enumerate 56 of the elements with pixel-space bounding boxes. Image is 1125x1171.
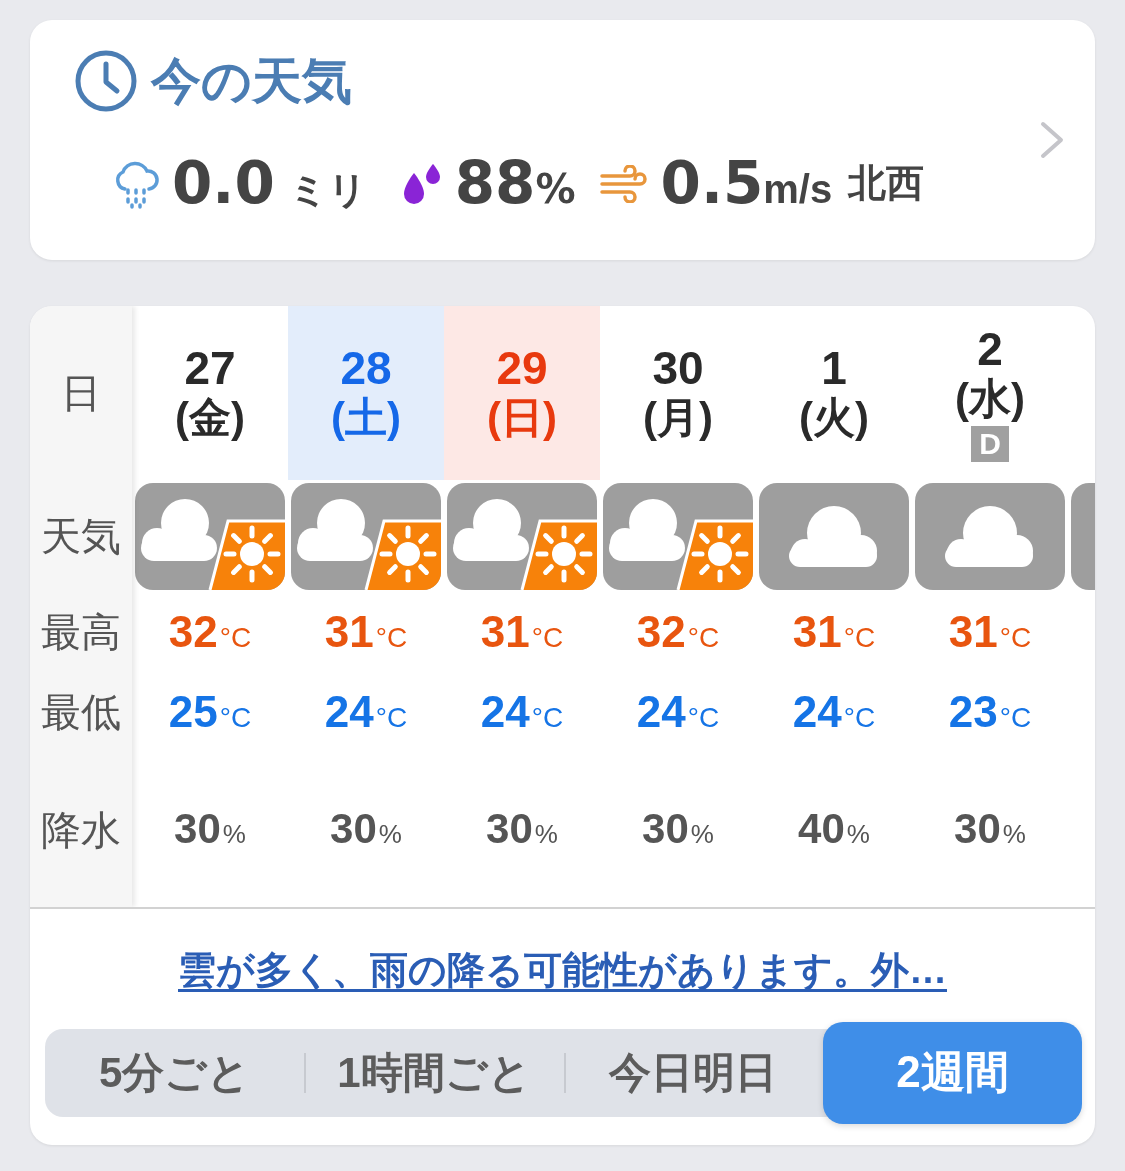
high-temperature: 31°C <box>792 607 876 657</box>
stat-reading: 0.5m/s <box>660 152 833 216</box>
date-number: 28 <box>340 342 392 394</box>
precipitation-chance: 30% <box>174 806 246 853</box>
cloud-sun-icon <box>447 482 597 590</box>
high-temperature: 32°C <box>636 607 720 657</box>
wind-icon <box>599 164 648 203</box>
cloud-sun-icon <box>603 482 753 590</box>
precipitation-chance: 30% <box>486 806 558 853</box>
partial-weather-icon <box>1071 482 1095 590</box>
weekday-label: (金) <box>175 393 245 444</box>
row-label: 最高 <box>41 609 121 655</box>
cloud-icon <box>915 482 1065 590</box>
low-temperature: 24°C <box>480 687 564 737</box>
weekday-label: (月) <box>643 393 713 444</box>
period-tab[interactable]: 今日明日 <box>563 1028 823 1117</box>
low-temperature: 24°C <box>792 687 876 737</box>
cloud-sun-icon <box>291 482 441 590</box>
clock-icon <box>75 50 137 112</box>
high-temperature: 31°C <box>324 607 408 657</box>
row-label: 日 <box>61 370 101 416</box>
row-label: 最低 <box>41 689 121 735</box>
row-label: 降水 <box>41 806 121 853</box>
period-tab[interactable]: 5分ごと <box>45 1028 305 1117</box>
period-tab[interactable]: 1時間ごと <box>304 1028 564 1117</box>
date-number: 2 <box>977 323 1003 375</box>
letter-badge: D <box>971 426 1009 463</box>
low-temperature: 23°C <box>948 687 1032 737</box>
precipitation-chance: 40% <box>798 806 870 853</box>
low-temperature: 24°C <box>324 687 408 737</box>
cloud-sun-icon <box>135 482 285 590</box>
weekday-label: (日) <box>487 393 557 444</box>
low-temperature: 24°C <box>636 687 720 737</box>
row-label: 天気 <box>41 513 121 559</box>
chevron-icon[interactable] <box>1039 120 1065 160</box>
wind-direction: 北西 <box>848 163 925 205</box>
cloud-icon <box>759 482 909 590</box>
section-title: 今の天気 <box>151 52 352 111</box>
stat-reading: 88% <box>454 152 576 216</box>
period-tab[interactable]: 2週間 <box>822 1021 1082 1124</box>
high-temperature: 31°C <box>948 607 1032 657</box>
date-number: 27 <box>184 342 236 394</box>
precipitation-chance: 30% <box>642 806 714 853</box>
date-number: 30 <box>652 342 704 394</box>
precipitation-chance: 30% <box>954 806 1026 853</box>
stat-reading: 0.0 ミリ <box>172 152 367 216</box>
low-temperature: 25°C <box>168 687 252 737</box>
date-number: 1 <box>821 342 847 394</box>
weekday-label: (土) <box>331 393 401 444</box>
weekday-label: (火) <box>799 393 869 444</box>
high-temperature: 32°C <box>168 607 252 657</box>
date-number: 29 <box>496 342 548 394</box>
precipitation-chance: 30% <box>330 806 402 853</box>
high-temperature: 31°C <box>480 607 564 657</box>
weekday-label: (水) <box>955 374 1025 425</box>
forecast-summary-link[interactable]: 雲が多く、雨の降る可能性があります。外… <box>178 947 947 995</box>
